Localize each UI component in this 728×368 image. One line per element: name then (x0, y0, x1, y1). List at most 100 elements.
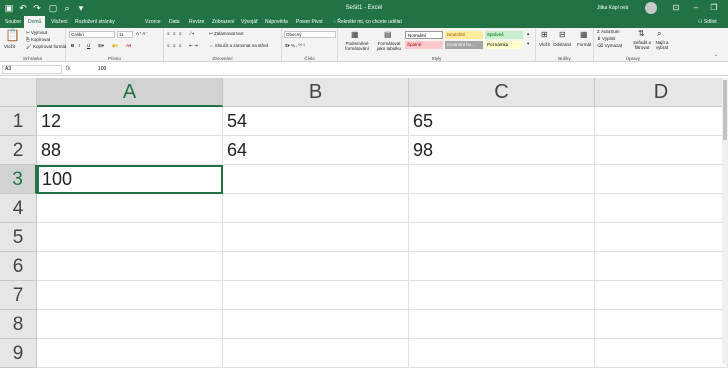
bold-button[interactable]: B (71, 43, 74, 49)
insert-cells-icon[interactable]: ⊞ (541, 30, 548, 40)
tab-page-layout[interactable]: Rozložení stránky (75, 16, 115, 28)
cell-b2[interactable]: 64 (223, 136, 409, 165)
cell-a2[interactable]: 88 (37, 136, 223, 165)
vertical-scrollbar[interactable] (722, 78, 728, 364)
tab-file[interactable]: Soubor (5, 16, 21, 28)
orientation-icon[interactable]: ⟋▾ (189, 31, 194, 37)
row-header-5[interactable]: 5 (0, 223, 37, 252)
font-size-select[interactable]: 11 (117, 31, 133, 38)
copy-button[interactable]: ⎘ Kopírovat (26, 37, 50, 43)
format-as-table-button[interactable]: Formátovat jako tabulku (373, 41, 405, 51)
row-header-2[interactable]: 2 (0, 136, 37, 165)
styles-more-icon[interactable]: ▾ (527, 41, 529, 47)
number-format-select[interactable]: Obecný (284, 31, 336, 38)
indent-icons[interactable]: ⇤ ⇥ (189, 43, 198, 49)
cell-c5[interactable] (409, 223, 595, 252)
find-select-icon[interactable]: ⌕ (657, 29, 661, 39)
share-button[interactable]: ⚇ Sdílet (698, 16, 717, 28)
row-header-3[interactable]: 3 (0, 165, 37, 194)
style-note[interactable]: Poznámka (485, 41, 523, 49)
cell-d7[interactable] (595, 281, 728, 310)
tab-help[interactable]: Nápověda (265, 16, 288, 28)
cell-b4[interactable] (223, 194, 409, 223)
insert-cells-button[interactable]: Vložit (539, 42, 550, 48)
wrap-text-button[interactable]: ↩ Zalamovat text (209, 31, 244, 37)
column-header-a[interactable]: A (37, 78, 223, 107)
paste-icon[interactable]: 📋 (5, 29, 20, 41)
sort-filter-icon[interactable]: ⇅ (638, 29, 645, 39)
underline-button[interactable]: U (87, 43, 90, 49)
style-bad[interactable]: Špatně (405, 41, 443, 49)
row-header-6[interactable]: 6 (0, 252, 37, 281)
cell-c6[interactable] (409, 252, 595, 281)
styles-scroll-icon[interactable]: ▴ (527, 31, 529, 37)
cell-c2[interactable]: 98 (409, 136, 595, 165)
fx-icon[interactable]: fx (66, 65, 71, 74)
tab-power-pivot[interactable]: Power Pivot (296, 16, 323, 28)
restore-button[interactable]: ❐ (704, 0, 724, 16)
select-all-corner[interactable] (0, 78, 37, 107)
cell-a8[interactable] (37, 310, 223, 339)
fill-button[interactable]: ⬇ Vyplnit (597, 36, 615, 42)
column-header-c[interactable]: C (409, 78, 595, 107)
cut-button[interactable]: ✂ Vyjmout (26, 30, 47, 36)
fill-color-icon[interactable]: ◆▾ (112, 43, 118, 49)
minimize-button[interactable]: – (686, 0, 706, 16)
cell-d4[interactable] (595, 194, 728, 223)
delete-cells-icon[interactable]: ⊟ (559, 30, 566, 40)
delete-cells-button[interactable]: Odstranit (553, 42, 571, 48)
tab-home[interactable]: Domů (24, 16, 46, 28)
row-header-7[interactable]: 7 (0, 281, 37, 310)
tab-review[interactable]: Revize (189, 16, 204, 28)
cell-a3[interactable]: 100 (37, 165, 223, 194)
cell-a4[interactable] (37, 194, 223, 223)
style-good[interactable]: Správně (485, 31, 523, 39)
avatar[interactable] (645, 2, 657, 14)
name-box[interactable]: A3 (2, 65, 62, 74)
italic-button[interactable]: I (79, 43, 80, 49)
cell-b7[interactable] (223, 281, 409, 310)
format-cells-icon[interactable]: ▦ (580, 30, 588, 40)
paste-button[interactable]: Vložit (4, 44, 15, 50)
conditional-formatting-button[interactable]: Podmíněné formátování (340, 41, 374, 51)
cell-d3[interactable] (595, 165, 728, 194)
cell-a1[interactable]: 12 (37, 107, 223, 136)
style-check-cell[interactable]: Kontrolní bu... (445, 41, 483, 49)
format-as-table-icon[interactable]: ▤ (384, 30, 392, 40)
column-header-d[interactable]: D (595, 78, 728, 107)
format-cells-button[interactable]: Formát (577, 42, 591, 48)
conditional-formatting-icon[interactable]: ▦ (351, 30, 359, 40)
tab-developer[interactable]: Vývojář (241, 16, 258, 28)
autosum-button[interactable]: Σ AutoSum (597, 29, 620, 35)
cell-b3[interactable] (223, 165, 409, 194)
cell-d8[interactable] (595, 310, 728, 339)
font-name-select[interactable]: Calibri (69, 31, 115, 38)
cell-a6[interactable] (37, 252, 223, 281)
collapse-ribbon-icon[interactable]: ⌃ (714, 54, 718, 60)
tab-view[interactable]: Zobrazení (212, 16, 235, 28)
style-normal[interactable]: Normální (405, 31, 443, 39)
cell-c4[interactable] (409, 194, 595, 223)
number-format-icons[interactable]: $▾ % ‚ ⁰⁰ ⁰ (285, 43, 305, 49)
horizontal-align-icons[interactable]: ≡ ≡ ≡ (167, 43, 182, 49)
cell-b8[interactable] (223, 310, 409, 339)
format-painter-button[interactable]: 🖌 Kopírovat formát (26, 44, 66, 50)
cell-d5[interactable] (595, 223, 728, 252)
cell-a7[interactable] (37, 281, 223, 310)
borders-icon[interactable]: ⊞▾ (98, 43, 104, 49)
grow-font-icon[interactable]: A⁺ A⁻ (136, 31, 148, 37)
clear-button[interactable]: ⌫ Vymazat (597, 43, 622, 49)
cell-b6[interactable] (223, 252, 409, 281)
cell-b5[interactable] (223, 223, 409, 252)
find-select-button[interactable]: Najít a vybrat (652, 40, 672, 50)
cell-c7[interactable] (409, 281, 595, 310)
font-color-icon[interactable]: A▾ (126, 43, 131, 49)
vertical-align-icons[interactable]: ≡ ≡ ≡ (167, 31, 182, 37)
formula-input[interactable]: 100 (98, 65, 106, 74)
tab-insert[interactable]: Vložení (51, 16, 68, 28)
row-header-4[interactable]: 4 (0, 194, 37, 223)
cell-d1[interactable] (595, 107, 728, 136)
ribbon-options-icon[interactable]: ⊡ (666, 0, 686, 16)
cell-d6[interactable] (595, 252, 728, 281)
cell-c3[interactable] (409, 165, 595, 194)
